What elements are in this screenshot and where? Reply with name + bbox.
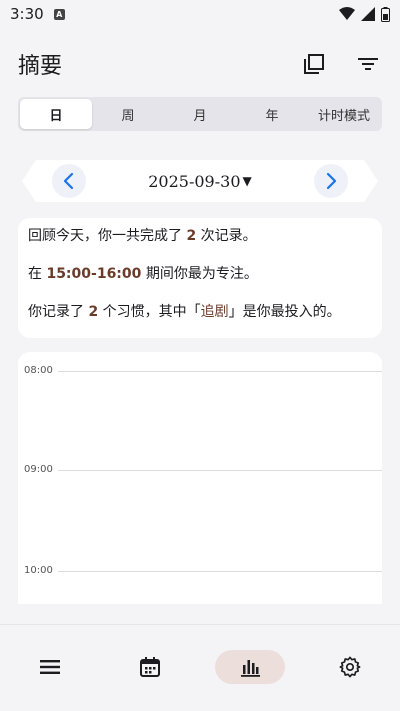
signal-icon [361,7,375,21]
filter-button[interactable] [354,50,382,78]
summary-text: 」是你最投入的。 [228,304,341,320]
app-bar: 摘要 [0,40,400,88]
summary-card: 回顾今天，你一共完成了 2 次记录。 在 15:00-16:00 期间你最为专注… [18,218,382,338]
tab-week[interactable]: 周 [92,99,164,129]
nav-calendar[interactable] [100,625,200,711]
calendar-icon [140,657,160,677]
hour-label: 09:00 [24,464,53,475]
gear-icon [339,656,361,678]
status-icons [339,6,390,22]
timeline-hour-row: 10:00 [18,564,382,578]
summary-text: 期间你最为专注。 [141,266,258,282]
nav-calendar-pill [115,650,185,684]
nav-settings-pill [315,650,385,684]
filter-icon [358,58,378,70]
battery-icon [381,6,390,22]
top-habit: 追剧 [200,304,229,320]
current-date: 2025-09-30 [148,171,241,191]
timeline-hour-row: 08:00 [18,364,382,378]
summary-text: 回顾今天，你一共完成了 [28,228,187,244]
dropdown-caret-icon: ▼ [242,174,252,188]
notification-icon: A [53,8,65,20]
period-segmented-control: 日 周 月 年 计时模式 [18,97,382,131]
focus-time-range: 15:00-16:00 [46,266,142,282]
tab-timer-mode[interactable]: 计时模式 [308,99,380,129]
status-time: 3:30 [10,5,44,23]
nav-statistics[interactable] [200,625,300,711]
tab-month[interactable]: 月 [164,99,236,129]
habit-count: 2 [88,304,99,320]
chevron-right-icon [326,172,337,190]
hour-gridline [58,470,382,471]
chevron-left-icon [63,172,74,190]
tab-day[interactable]: 日 [20,99,92,129]
summary-text: 你记录了 [28,304,89,320]
summary-text: 次记录。 [196,228,257,244]
summary-text: 个习惯，其中「 [98,304,201,320]
bottom-navigation [0,624,400,711]
record-count: 2 [186,228,197,244]
wifi-icon [339,7,355,20]
timeline-card[interactable]: 08:00 09:00 10:00 [18,352,382,604]
hour-gridline [58,371,382,372]
summary-record-count-line: 回顾今天，你一共完成了 2 次记录。 [28,226,372,246]
nav-settings[interactable] [300,625,400,711]
date-navigator: 2025-09-30 ▼ [22,160,378,202]
copy-button[interactable] [300,50,328,78]
next-date-button[interactable] [314,164,348,198]
nav-statistics-pill [215,650,285,684]
hour-gridline [58,571,382,572]
timeline-hour-row: 09:00 [18,463,382,477]
tab-year[interactable]: 年 [236,99,308,129]
hour-label: 10:00 [24,565,53,576]
copy-icon [304,54,324,74]
status-bar: 3:30 A [0,0,400,28]
summary-habit-line: 你记录了 2 个习惯，其中「追剧」是你最投入的。 [28,302,372,322]
page-title: 摘要 [18,54,63,79]
hour-label: 08:00 [24,365,53,376]
bar-chart-icon [241,660,260,677]
previous-date-button[interactable] [52,164,86,198]
list-icon [40,660,60,674]
summary-text: 在 [28,266,47,282]
summary-focus-line: 在 15:00-16:00 期间你最为专注。 [28,264,372,284]
nav-records-pill [15,650,85,684]
app-bar-actions [300,50,382,78]
nav-records[interactable] [0,625,100,711]
